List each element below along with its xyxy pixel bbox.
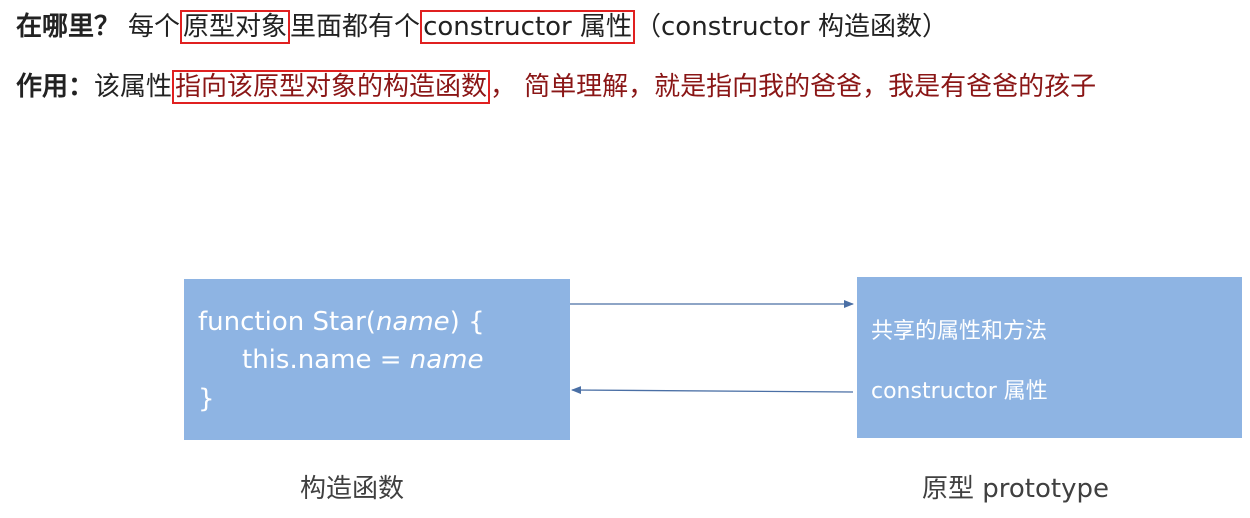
constructor-caption: 构造函数 bbox=[300, 474, 405, 504]
arrows-layer bbox=[570, 300, 854, 395]
prototype-caption: 原型 prototype bbox=[922, 474, 1109, 504]
constructor-arrow bbox=[571, 386, 854, 395]
